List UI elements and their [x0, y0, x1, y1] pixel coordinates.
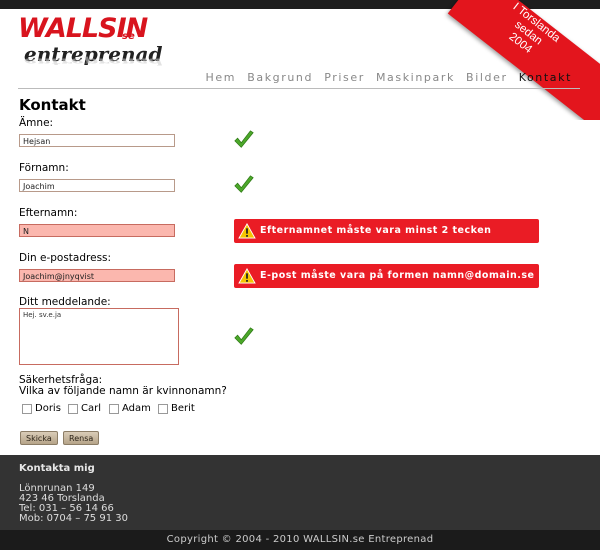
corner-ribbon: I Torslanda sedan 2004: [430, 0, 600, 120]
warning-icon: [238, 223, 256, 239]
footer-heading: Kontakta mig: [19, 463, 95, 474]
nav-item-hem[interactable]: Hem: [206, 71, 237, 84]
subject-label: Ämne:: [19, 117, 54, 129]
nav-item-priser[interactable]: Priser: [324, 71, 365, 84]
checkbox-carl[interactable]: [68, 404, 78, 414]
security-question: Vilka av följande namn är kvinnonamn?: [19, 385, 227, 397]
check-icon: [234, 327, 254, 345]
copyright-bar: Copyright © 2004 - 2010 WALLSIN.se Entre…: [0, 530, 600, 550]
firstname-label: Förnamn:: [19, 162, 69, 174]
footer: Kontakta mig Lönnrunan 149 423 46 Torsla…: [0, 455, 600, 530]
check-icon: [234, 175, 254, 193]
firstname-input[interactable]: Joachim: [19, 179, 175, 192]
checkbox-adam[interactable]: [109, 404, 119, 414]
message-textarea[interactable]: Hej. sv.e.ja: [19, 308, 179, 365]
lastname-label: Efternamn:: [19, 207, 78, 219]
option-doris-label: Doris: [35, 403, 61, 414]
option-adam-label: Adam: [122, 403, 151, 414]
nav-item-kontakt[interactable]: Kontakt: [519, 71, 572, 84]
message-label: Ditt meddelande:: [19, 296, 111, 308]
page-title: Kontakt: [19, 96, 86, 114]
logo-brand-suffix: se: [122, 31, 135, 42]
email-input[interactable]: Joachim@jnyqvist: [19, 269, 175, 282]
nav-item-bilder[interactable]: Bilder: [466, 71, 508, 84]
subject-input[interactable]: Hejsan: [19, 134, 175, 147]
nav-divider: [18, 88, 580, 89]
checkbox-doris[interactable]: [22, 404, 32, 414]
option-berit-label: Berit: [171, 403, 195, 414]
lastname-input[interactable]: N: [19, 224, 175, 237]
email-label: Din e-postadress:: [19, 252, 112, 264]
submit-button[interactable]: Skicka: [20, 431, 58, 445]
lastname-error-message: Efternamnet måste vara minst 2 tecken: [260, 225, 492, 236]
nav-item-maskinpark[interactable]: Maskinpark: [376, 71, 455, 84]
footer-mobile: Mob: 0704 – 75 91 30: [19, 513, 128, 524]
option-carl-label: Carl: [81, 403, 101, 414]
email-error: E-post måste vara på formen namn@domain.…: [234, 264, 539, 288]
logo[interactable]: WALLSIN se entreprenad entreprenad: [18, 14, 163, 86]
email-error-message: E-post måste vara på formen namn@domain.…: [260, 270, 535, 281]
nav-item-bakgrund[interactable]: Bakgrund: [247, 71, 313, 84]
main-nav: Hem Bakgrund Priser Maskinpark Bilder Ko…: [200, 71, 572, 84]
check-icon: [234, 130, 254, 148]
logo-reflection: entreprenad: [24, 56, 163, 67]
warning-icon: [238, 268, 256, 284]
lastname-error: Efternamnet måste vara minst 2 tecken: [234, 219, 539, 243]
reset-button[interactable]: Rensa: [63, 431, 100, 445]
checkbox-berit[interactable]: [158, 404, 168, 414]
